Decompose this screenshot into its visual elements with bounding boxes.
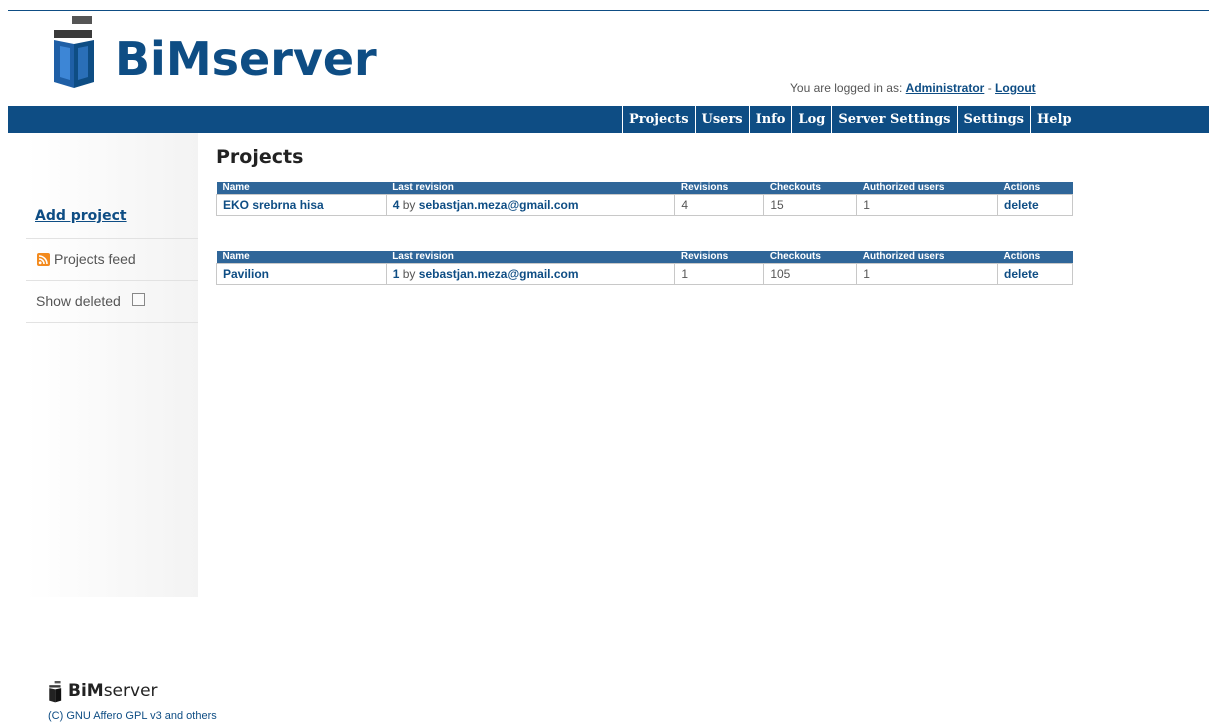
- column-header-name: Name: [216, 251, 387, 264]
- table-header-row: Name Last revision Revisions Checkouts A…: [216, 182, 1073, 195]
- revisions-cell: 1: [674, 263, 765, 285]
- sidebar-item-projects-feed[interactable]: Projects feed: [26, 239, 198, 281]
- top-divider: [8, 10, 1209, 11]
- login-prefix: You are logged in as:: [790, 81, 903, 95]
- username-link[interactable]: Administrator: [906, 81, 985, 95]
- page: BiMserver You are logged in as: Administ…: [0, 0, 1209, 724]
- project-link[interactable]: Pavilion: [223, 267, 269, 281]
- project-table: Name Last revision Revisions Checkouts A…: [216, 251, 1073, 285]
- authorized-users-cell: 1: [856, 194, 999, 216]
- column-header-checkouts: Checkouts: [763, 251, 857, 264]
- footer-building-logo-icon: [49, 681, 62, 703]
- table-row: Pavilion 1 by sebastjan.meza@gmail.com 1…: [216, 263, 1073, 285]
- checkouts-cell: 105: [763, 263, 858, 285]
- column-header-actions: Actions: [997, 182, 1073, 195]
- show-deleted-checkbox[interactable]: [132, 293, 145, 306]
- table-row: EKO srebrna hisa 4 by sebastjan.meza@gma…: [216, 194, 1073, 216]
- column-header-actions: Actions: [997, 251, 1073, 264]
- column-header-authorized-users: Authorized users: [856, 182, 998, 195]
- sidebar: Add project Projects feed Show deleted: [26, 133, 198, 597]
- column-header-revisions: Revisions: [674, 182, 764, 195]
- delete-link[interactable]: delete: [1004, 267, 1039, 281]
- nav-menu: Projects Users Info Log Server Settings …: [622, 106, 1078, 133]
- rss-icon: [37, 253, 50, 266]
- revision-by: by: [402, 198, 416, 212]
- footer-wordmark: BiMserver: [68, 681, 158, 701]
- table-header-row: Name Last revision Revisions Checkouts A…: [216, 251, 1073, 264]
- last-revision-cell: 1 by sebastjan.meza@gmail.com: [385, 263, 676, 285]
- delete-link[interactable]: delete: [1004, 198, 1039, 212]
- project-name-cell: Pavilion: [216, 263, 387, 285]
- column-header-last-revision: Last revision: [386, 251, 675, 264]
- column-header-checkouts: Checkouts: [763, 182, 857, 195]
- nav-item-projects[interactable]: Projects: [622, 106, 695, 133]
- column-header-last-revision: Last revision: [386, 182, 675, 195]
- login-separator: -: [987, 81, 992, 95]
- revision-link[interactable]: 1: [393, 267, 400, 281]
- revision-by: by: [402, 267, 416, 281]
- checkouts-cell: 15: [763, 194, 858, 216]
- authorized-users-cell: 1: [856, 263, 999, 285]
- nav-item-settings[interactable]: Settings: [956, 106, 1030, 133]
- add-project-link[interactable]: Add project: [35, 208, 127, 224]
- nav-item-log[interactable]: Log: [791, 106, 831, 133]
- sidebar-item-show-deleted: Show deleted: [26, 281, 198, 323]
- sidebar-item-add-project: Add project: [26, 198, 198, 239]
- projects-feed-label: Projects feed: [54, 251, 136, 267]
- login-status: You are logged in as: Administrator - Lo…: [790, 81, 1036, 95]
- project-table: Name Last revision Revisions Checkouts A…: [216, 182, 1073, 216]
- column-header-revisions: Revisions: [674, 251, 764, 264]
- actions-cell: delete: [997, 263, 1073, 285]
- revision-user-link[interactable]: sebastjan.meza@gmail.com: [419, 198, 579, 212]
- actions-cell: delete: [997, 194, 1073, 216]
- revision-link[interactable]: 4: [393, 198, 400, 212]
- revision-user-link[interactable]: sebastjan.meza@gmail.com: [419, 267, 579, 281]
- logo-wordmark: BiMserver: [115, 32, 377, 86]
- column-header-name: Name: [216, 182, 387, 195]
- building-logo-icon: [54, 16, 94, 88]
- footer-logo: BiMserver: [48, 681, 158, 708]
- show-deleted-label: Show deleted: [36, 293, 121, 309]
- main-navbar: Projects Users Info Log Server Settings …: [8, 106, 1209, 133]
- nav-item-help[interactable]: Help: [1029, 106, 1078, 133]
- column-header-authorized-users: Authorized users: [856, 251, 998, 264]
- nav-item-users[interactable]: Users: [694, 106, 749, 133]
- project-link[interactable]: EKO srebrna hisa: [223, 198, 324, 212]
- nav-item-server-settings[interactable]: Server Settings: [831, 106, 956, 133]
- nav-item-info[interactable]: Info: [748, 106, 792, 133]
- logout-link[interactable]: Logout: [995, 81, 1036, 95]
- page-title: Projects: [216, 146, 304, 168]
- project-name-cell: EKO srebrna hisa: [216, 194, 387, 216]
- copyright-text: (C) GNU Affero GPL v3 and others: [48, 710, 217, 722]
- last-revision-cell: 4 by sebastjan.meza@gmail.com: [385, 194, 676, 216]
- revisions-cell: 4: [674, 194, 765, 216]
